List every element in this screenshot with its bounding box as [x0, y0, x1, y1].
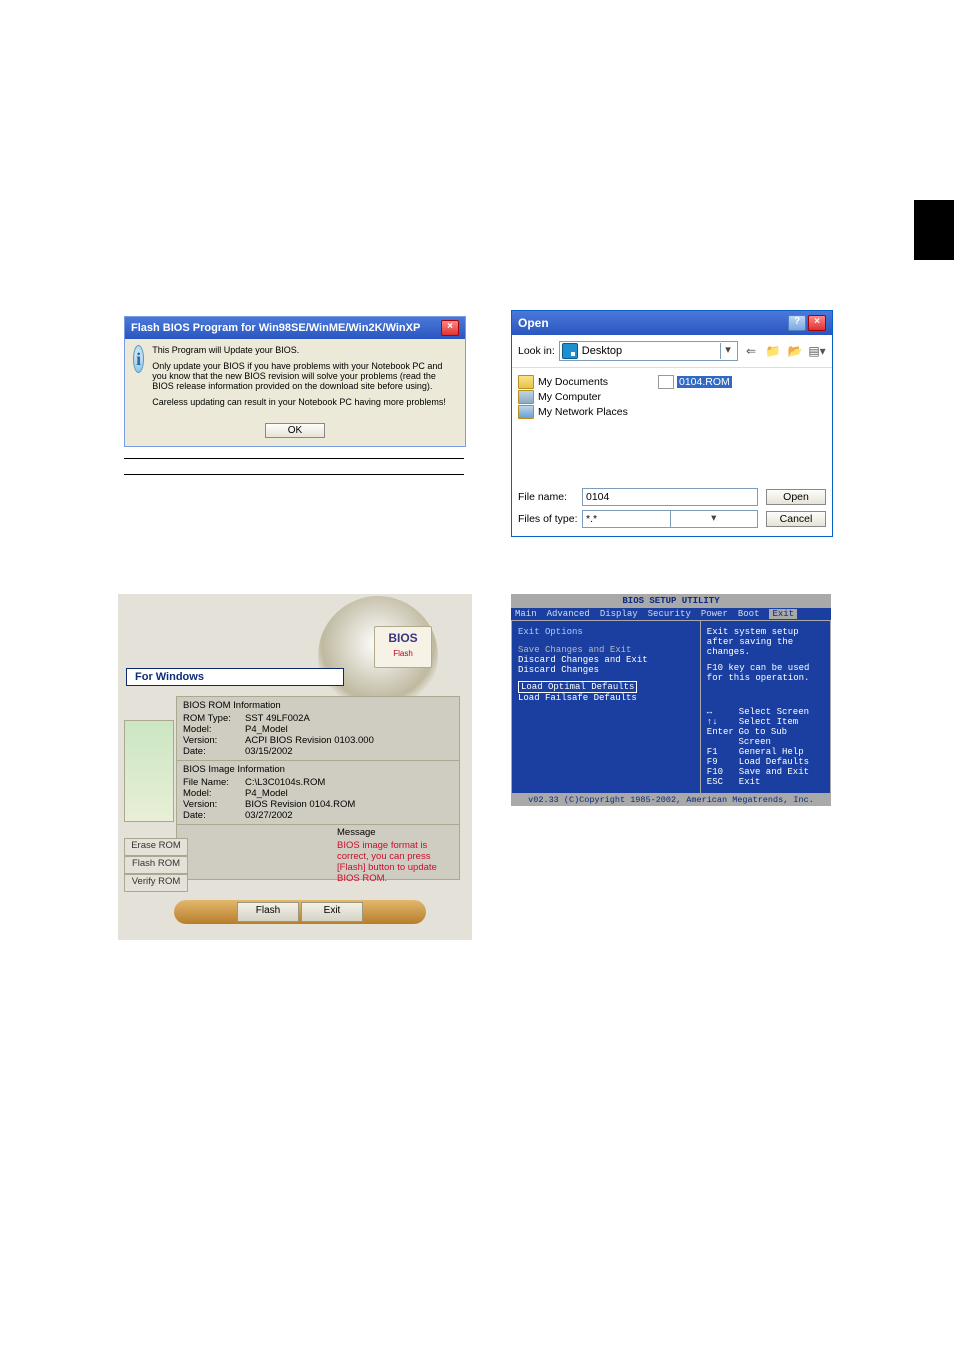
key-legend: ↔Select Screen ↑↓Select Item EnterGo to …: [707, 707, 824, 787]
menu-item-selected[interactable]: Load Optimal Defaults: [518, 681, 637, 693]
tab-power[interactable]: Power: [701, 609, 728, 619]
bios-setup-utility: BIOS SETUP UTILITY Main Advanced Display…: [511, 594, 831, 806]
chevron-down-icon[interactable]: ▾: [670, 511, 758, 527]
bios-menubar[interactable]: Main Advanced Display Security Power Boo…: [511, 608, 831, 620]
up-folder-icon[interactable]: 📁: [764, 342, 782, 360]
divider: [124, 474, 464, 475]
divider: [124, 458, 464, 459]
file-icon: [658, 375, 674, 389]
menu-item[interactable]: Load Failsafe Defaults: [518, 693, 694, 703]
files-of-type-label: Files of type:: [518, 513, 582, 525]
flash-prompt-title: Flash BIOS Program for Win98SE/WinME/Win…: [131, 322, 441, 334]
list-item-selected[interactable]: 0104.ROM: [658, 374, 732, 389]
tab-exit[interactable]: Exit: [769, 609, 797, 619]
info-icon: i: [133, 345, 144, 373]
message-header: Message: [337, 827, 457, 838]
flash-button[interactable]: Flash: [237, 902, 299, 922]
bios-setup-title: BIOS SETUP UTILITY: [511, 594, 831, 608]
bios-flash-logo: BIOS Flash: [374, 626, 432, 668]
open-button[interactable]: Open: [766, 489, 826, 505]
tab-main[interactable]: Main: [515, 609, 537, 619]
look-in-combo[interactable]: Desktop ▾: [559, 341, 738, 361]
help-icon[interactable]: ?: [788, 315, 806, 331]
flash-prompt-line1: This Program will Update your BIOS.: [152, 345, 457, 355]
list-item[interactable]: My Network Places: [518, 404, 658, 419]
erase-rom-button[interactable]: Erase ROM: [124, 838, 188, 856]
exit-options-header: Exit Options: [518, 627, 694, 637]
new-folder-icon[interactable]: 📂: [786, 342, 804, 360]
menu-item[interactable]: Discard Changes and Exit: [518, 655, 694, 665]
look-in-value: Desktop: [582, 345, 622, 357]
image-info-header: BIOS Image Information: [183, 764, 453, 775]
margin-tab: [914, 200, 954, 260]
tab-display[interactable]: Display: [600, 609, 638, 619]
view-menu-icon[interactable]: ▤▾: [808, 342, 826, 360]
ok-button[interactable]: OK: [265, 423, 325, 438]
close-icon[interactable]: ×: [808, 315, 826, 331]
cancel-button[interactable]: Cancel: [766, 511, 826, 527]
flash-bios-prompt: Flash BIOS Program for Win98SE/WinME/Win…: [124, 316, 464, 447]
tab-security[interactable]: Security: [648, 609, 691, 619]
for-windows-banner: For Windows: [126, 668, 344, 686]
menu-item[interactable]: Discard Changes: [518, 665, 694, 675]
verify-rom-button[interactable]: Verify ROM: [124, 874, 188, 892]
file-name-label: File name:: [518, 491, 582, 503]
bios-flash-app: BIOS Flash For Windows BIOS ROM Informat…: [118, 594, 472, 940]
exit-button[interactable]: Exit: [301, 902, 363, 922]
look-in-label: Look in:: [518, 345, 555, 357]
flash-prompt-line2: Only update your BIOS if you have proble…: [152, 361, 457, 391]
network-icon: [518, 405, 534, 419]
desktop-icon: [562, 343, 578, 359]
open-file-dialog: Open ? × Look in: Desktop ▾ ⇐ 📁 📂 ▤▾: [511, 310, 831, 537]
open-dialog-title: Open: [518, 316, 788, 330]
folder-icon: [518, 375, 534, 389]
tab-advanced[interactable]: Advanced: [547, 609, 590, 619]
bios-footer: v02.33 (C)Copyright 1985-2002, American …: [511, 794, 831, 806]
tab-boot[interactable]: Boot: [738, 609, 760, 619]
file-list[interactable]: My Documents My Computer My Network Plac…: [512, 368, 832, 480]
computer-icon: [518, 390, 534, 404]
files-of-type-combo[interactable]: *.* ▾: [582, 510, 758, 528]
message-text: BIOS image format is correct, you can pr…: [337, 840, 457, 884]
preview-image: [124, 720, 174, 822]
back-icon[interactable]: ⇐: [742, 342, 760, 360]
close-icon[interactable]: ×: [441, 320, 459, 336]
help-text: F10 key can be used for this operation.: [707, 663, 824, 683]
help-text: Exit system setup after saving the chang…: [707, 627, 824, 657]
flash-prompt-line3: Careless updating can result in your Not…: [152, 397, 457, 407]
file-name-input[interactable]: [582, 488, 758, 506]
list-item[interactable]: My Documents: [518, 374, 658, 389]
flash-rom-button[interactable]: Flash ROM: [124, 856, 188, 874]
menu-item[interactable]: Save Changes and Exit: [518, 645, 694, 655]
chevron-down-icon[interactable]: ▾: [720, 343, 735, 359]
rom-info-header: BIOS ROM Information: [183, 700, 453, 711]
list-item[interactable]: My Computer: [518, 389, 658, 404]
